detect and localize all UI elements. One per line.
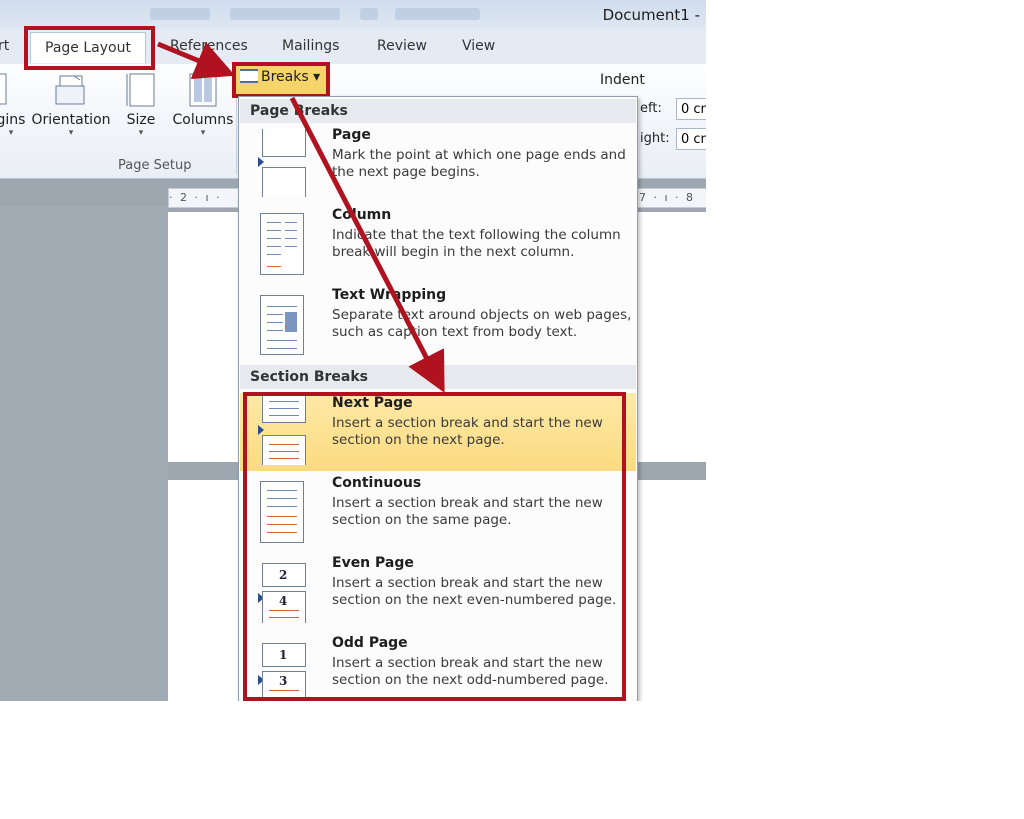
tab-page-layout[interactable]: Page Layout — [30, 32, 146, 63]
menu-item-text-wrapping[interactable]: Text Wrapping Separate text around objec… — [240, 285, 636, 363]
tab-review[interactable]: Review — [377, 38, 427, 54]
menu-item-desc: Indicate that the text following the col… — [332, 227, 621, 260]
section-breaks-header: Section Breaks — [240, 365, 636, 389]
odd-page-icon: 1 3 — [258, 637, 306, 701]
column-break-icon — [258, 209, 306, 277]
orientation-button[interactable]: Orientation ▾ — [31, 72, 111, 138]
title-bar: Document1 - — [0, 0, 706, 30]
menu-item-desc: Insert a section break and start the new… — [332, 495, 603, 528]
menu-item-column[interactable]: Column Indicate that the text following … — [240, 205, 636, 283]
window-title: Document1 - — [602, 6, 700, 24]
menu-item-page[interactable]: Page Mark the point at which one page en… — [240, 125, 636, 203]
screenshot-area: Document1 - rt Page Layout References Ma… — [0, 0, 706, 701]
columns-icon — [186, 72, 220, 108]
next-page-icon — [258, 395, 306, 465]
breaks-button[interactable]: Breaks ▾ — [232, 62, 330, 98]
menu-item-title: Text Wrapping — [332, 287, 447, 303]
menu-item-even-page[interactable]: 2 4 Even Page Insert a section break and… — [240, 553, 636, 631]
margins-button[interactable]: gins ▾ — [0, 72, 28, 138]
ribbon-tabs: rt Page Layout References Mailings Revie… — [0, 30, 706, 65]
indent-label: Indent — [600, 72, 645, 88]
indent-left-input[interactable]: 0 cm — [676, 98, 706, 120]
columns-button[interactable]: Columns ▾ — [170, 72, 236, 138]
indent-right-input[interactable]: 0 cm — [676, 128, 706, 150]
menu-item-desc: Insert a section break and start the new… — [332, 655, 609, 688]
tab-insert[interactable]: rt — [0, 38, 9, 54]
orientation-icon — [54, 72, 88, 108]
text-wrapping-icon — [258, 289, 306, 357]
menu-item-title: Continuous — [332, 475, 422, 491]
size-button[interactable]: Size ▾ — [120, 72, 162, 138]
margins-icon — [0, 72, 28, 108]
tab-mailings[interactable]: Mailings — [282, 38, 339, 54]
menu-item-desc: Insert a section break and start the new… — [332, 575, 617, 608]
indent-right-label: ight: — [640, 131, 670, 146]
breaks-icon — [240, 69, 258, 83]
menu-item-title: Next Page — [332, 395, 413, 411]
menu-item-title: Column — [332, 207, 392, 223]
tab-view[interactable]: View — [462, 38, 495, 54]
even-page-icon: 2 4 — [258, 557, 306, 625]
breaks-menu: Page Breaks Page Mark the point at which… — [238, 96, 638, 701]
menu-item-title: Even Page — [332, 555, 414, 571]
menu-item-desc: Separate text around objects on web page… — [332, 307, 632, 340]
page-break-icon — [258, 129, 306, 197]
menu-item-next-page[interactable]: Next Page Insert a section break and sta… — [240, 393, 636, 471]
tab-references[interactable]: References — [170, 38, 248, 54]
continuous-icon — [258, 477, 306, 545]
menu-item-continuous[interactable]: Continuous Insert a section break and st… — [240, 473, 636, 551]
page-breaks-header: Page Breaks — [240, 99, 636, 123]
menu-item-desc: Mark the point at which one page ends an… — [332, 147, 626, 180]
size-icon — [124, 72, 158, 108]
menu-item-desc: Insert a section break and start the new… — [332, 415, 603, 448]
menu-item-odd-page[interactable]: 1 3 Odd Page Insert a section break and … — [240, 633, 636, 701]
indent-left-label: eft: — [640, 101, 662, 116]
menu-item-title: Odd Page — [332, 635, 408, 651]
page-setup-group-label: Page Setup — [118, 158, 192, 173]
menu-item-title: Page — [332, 127, 371, 143]
